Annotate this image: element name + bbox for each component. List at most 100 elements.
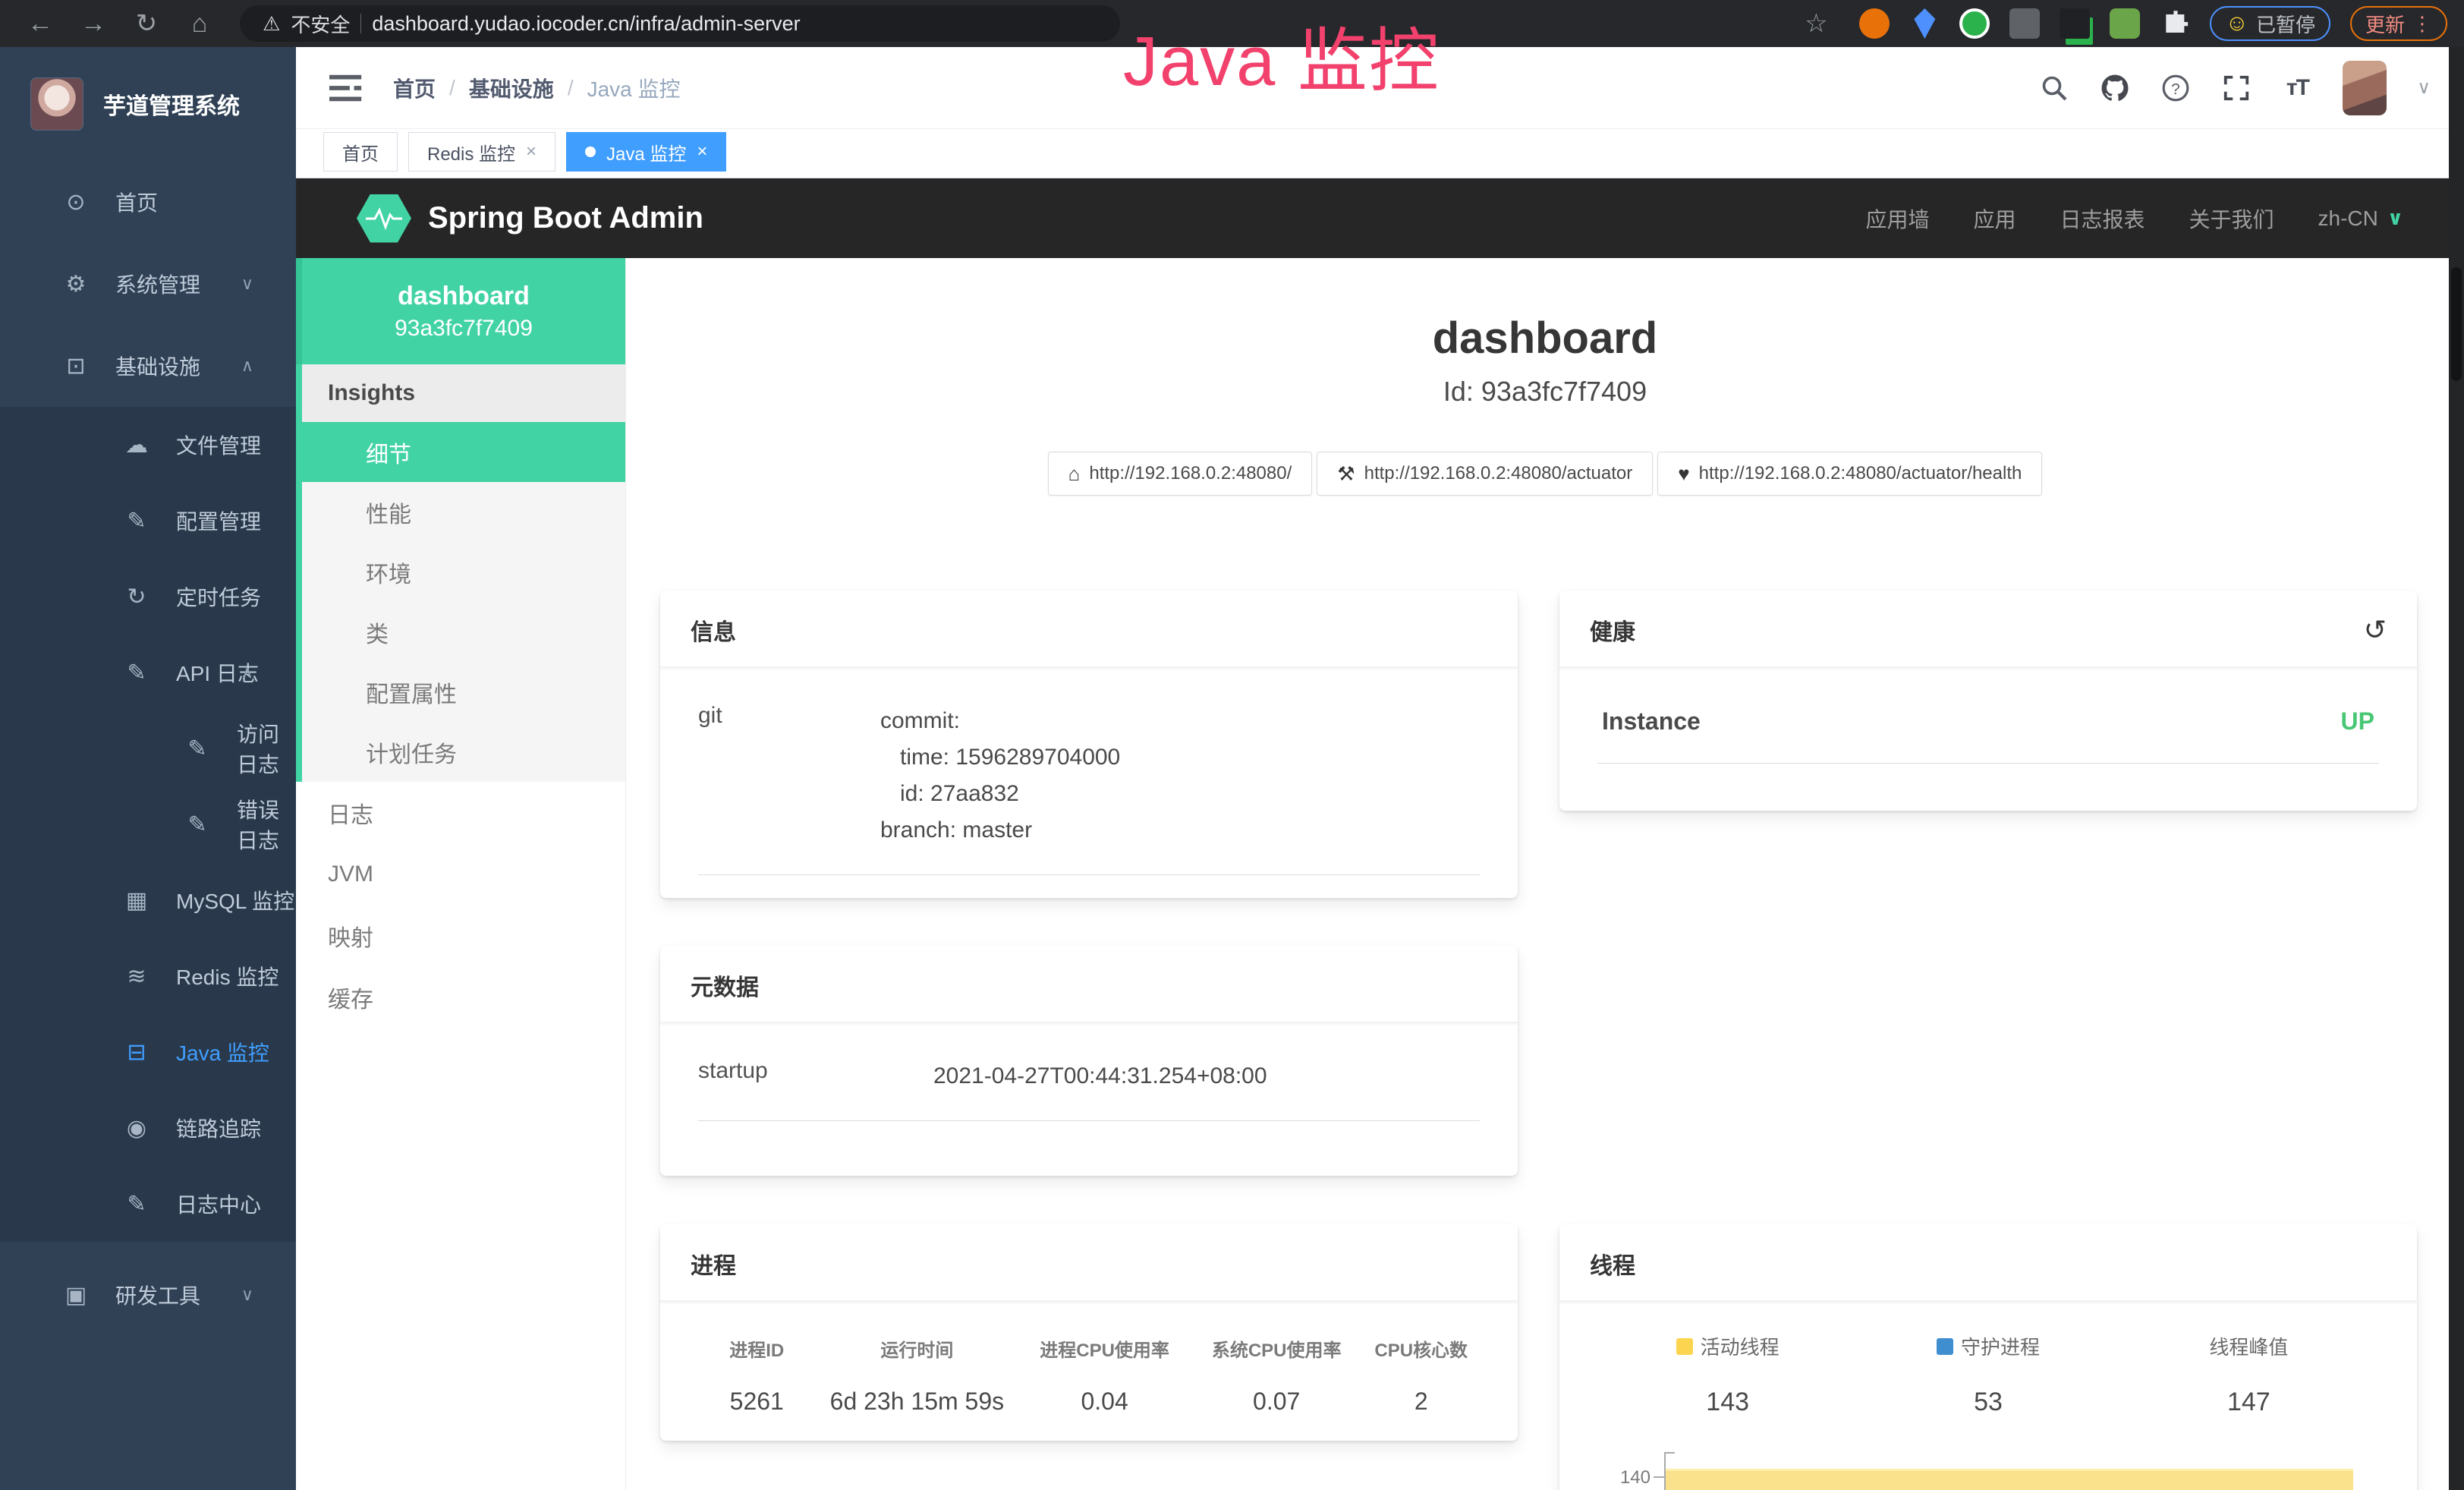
sidebar-item-config-mgmt[interactable]: ✎ 配置管理 [0, 483, 296, 559]
home-icon: ⌂ [1068, 462, 1081, 486]
extension-icon-on-badge[interactable] [2060, 8, 2090, 39]
extension-icon-pin[interactable] [1909, 8, 1940, 39]
tab-home[interactable]: 首页 [323, 132, 398, 172]
sidebar-item-scheduled-jobs[interactable]: ↻ 定时任务 [0, 559, 296, 635]
instance-health-row[interactable]: Instance UP [1597, 691, 2379, 764]
sba-item-classes[interactable]: 类 [302, 602, 625, 662]
browser-forward-icon[interactable]: → [70, 5, 117, 43]
tab-bar: 首页 Redis 监控 × Java 监控 × [296, 129, 2464, 178]
sba-brand-title[interactable]: Spring Boot Admin [428, 201, 703, 235]
scrollbar-thumb[interactable] [2451, 267, 2462, 381]
bookmark-star-icon[interactable]: ☆ [1792, 5, 1839, 43]
live-threads-legend-swatch [1676, 1338, 1693, 1355]
browser-back-icon[interactable]: ← [17, 5, 64, 43]
avatar-caret-icon[interactable]: ∨ [2417, 77, 2431, 99]
collapse-sidebar-icon[interactable] [329, 73, 364, 103]
actuator-url-button[interactable]: ⚒ http://192.168.0.2:48080/actuator [1317, 452, 1653, 496]
sidebar-item-mysql-monitor[interactable]: ▦ MySQL 监控 [0, 862, 296, 938]
sidebar-item-api-logs[interactable]: ✎ API 日志 ∧ [0, 635, 296, 710]
monitor-icon: ⊟ [120, 1039, 153, 1066]
sidebar-item-dev-tools[interactable]: ▣ 研发工具 ∨ [0, 1254, 296, 1336]
avatar[interactable] [2343, 61, 2387, 115]
tab-label: Redis 监控 [427, 139, 515, 165]
system-cpu-value: 0.07 [1191, 1388, 1363, 1416]
fullscreen-icon[interactable] [2221, 73, 2252, 103]
tab-java-monitor[interactable]: Java 监控 × [566, 132, 726, 172]
col-header-process-cpu: 进程CPU使用率 [1018, 1335, 1191, 1362]
breadcrumb-home[interactable]: 首页 [393, 73, 436, 103]
app-logo-row[interactable]: 芋道管理系统 [0, 47, 296, 161]
sba-item-logs[interactable]: 日志 [296, 782, 625, 843]
page-scrollbar[interactable] [2449, 47, 2464, 1490]
sba-nav-journal[interactable]: 日志报表 [2060, 203, 2145, 234]
chevron-down-icon: ∨ [241, 1285, 253, 1305]
sba-nav-wallboard[interactable]: 应用墙 [1865, 203, 1929, 234]
tab-close-icon[interactable]: × [697, 141, 707, 162]
sidebar-item-access-logs[interactable]: ✎ 访问日志 [0, 710, 296, 786]
live-threads-label: 活动线程 [1701, 1332, 1780, 1360]
instance-id: 93a3fc7f7409 [395, 316, 533, 342]
browser-update-button[interactable]: 更新 ⋮ [2350, 6, 2447, 41]
sidebar-item-label: Redis 监控 [176, 961, 278, 991]
sba-item-jvm[interactable]: JVM [296, 843, 625, 905]
extensions-puzzle-icon[interactable] [2160, 8, 2190, 39]
github-icon[interactable] [2100, 73, 2130, 103]
service-url-button[interactable]: ⌂ http://192.168.0.2:48080/ [1048, 452, 1313, 496]
extension-icon-grid[interactable] [2009, 8, 2040, 39]
cpu-cores-value: 2 [1362, 1388, 1480, 1416]
threads-card: 线程 活动线程 143 [1559, 1224, 2417, 1490]
health-card-title: 健康 [1590, 613, 1635, 647]
peak-threads-label: 线程峰值 [2209, 1332, 2288, 1360]
git-time-line: time: 1596289704000 [880, 739, 1120, 776]
sidebar-item-label: 配置管理 [176, 506, 261, 536]
sba-item-scheduled-tasks[interactable]: 计划任务 [302, 722, 625, 782]
sidebar-item-home[interactable]: ⊙ 首页 [0, 161, 296, 243]
log-icon: ✎ [181, 736, 214, 762]
sba-item-config-props[interactable]: 配置属性 [302, 662, 625, 722]
update-label: 更新 [2365, 10, 2405, 38]
extension-icon-leaf[interactable] [2110, 8, 2140, 39]
sba-item-environment[interactable]: 环境 [302, 542, 625, 602]
git-value: commit: time: 1596289704000 id: 27aa832 … [880, 703, 1120, 849]
browser-menu-dots-icon[interactable]: ⋮ [2412, 12, 2432, 36]
sidebar-item-label: MySQL 监控 [176, 885, 294, 915]
breadcrumb-infra[interactable]: 基础设施 [469, 73, 554, 103]
address-bar[interactable]: ⚠ 不安全 dashboard.yudao.iocoder.cn/infra/a… [240, 5, 1120, 42]
sba-item-mappings[interactable]: 映射 [296, 905, 625, 966]
sba-item-details[interactable]: 细节 [302, 422, 625, 482]
sba-sidebar: dashboard 93a3fc7f7409 Insights 细节 性能 环境… [296, 258, 626, 1490]
browser-reload-icon[interactable]: ↻ [123, 5, 170, 43]
infrastructure-icon: ⊡ [59, 353, 93, 380]
paused-profile-badge[interactable]: ☺ 已暂停 [2210, 6, 2330, 41]
extension-icon-orange[interactable] [1859, 8, 1890, 39]
language-selector[interactable]: zh-CN ∨ [2318, 206, 2403, 231]
sidebar-item-error-logs[interactable]: ✎ 错误日志 [0, 786, 296, 862]
history-icon[interactable]: ↺ [2364, 614, 2387, 646]
sba-item-caches[interactable]: 缓存 [296, 966, 625, 1028]
sidebar-item-file-mgmt[interactable]: ☁ 文件管理 [0, 407, 296, 483]
sidebar-item-redis-monitor[interactable]: ≋ Redis 监控 [0, 938, 296, 1014]
sba-header: Spring Boot Admin 应用墙 应用 日志报表 关于我们 zh-CN… [296, 178, 2464, 258]
tab-redis-monitor[interactable]: Redis 监控 × [408, 132, 555, 172]
metadata-card-title: 元数据 [691, 969, 759, 1002]
help-icon[interactable]: ? [2160, 73, 2191, 103]
sba-nav-applications[interactable]: 应用 [1973, 203, 2016, 234]
font-size-icon[interactable]: тT [2282, 73, 2312, 103]
git-branch-line: branch: master [880, 812, 1120, 849]
search-icon[interactable] [2039, 73, 2069, 103]
actuator-url: http://192.168.0.2:48080/actuator [1364, 463, 1633, 484]
sidebar-item-system-mgmt[interactable]: ⚙ 系统管理 ∨ [0, 243, 296, 325]
sidebar-item-java-monitor[interactable]: ⊟ Java 监控 [0, 1014, 296, 1090]
instance-header[interactable]: dashboard 93a3fc7f7409 [296, 258, 625, 364]
spring-boot-admin-logo[interactable] [357, 194, 411, 243]
sidebar-item-log-center[interactable]: ✎ 日志中心 [0, 1166, 296, 1242]
sba-item-metrics[interactable]: 性能 [302, 482, 625, 542]
sidebar-item-tracing[interactable]: ◉ 链路追踪 [0, 1090, 296, 1166]
extension-icon-green-y[interactable] [1959, 8, 1990, 39]
sidebar-item-infrastructure[interactable]: ⊡ 基础设施 ∧ [0, 325, 296, 407]
health-url-button[interactable]: ♥ http://192.168.0.2:48080/actuator/heal… [1657, 452, 2042, 496]
tab-label: Java 监控 [606, 139, 686, 165]
sba-nav-about[interactable]: 关于我们 [2189, 203, 2274, 234]
tab-close-icon[interactable]: × [526, 141, 537, 162]
browser-home-icon[interactable]: ⌂ [176, 5, 223, 43]
